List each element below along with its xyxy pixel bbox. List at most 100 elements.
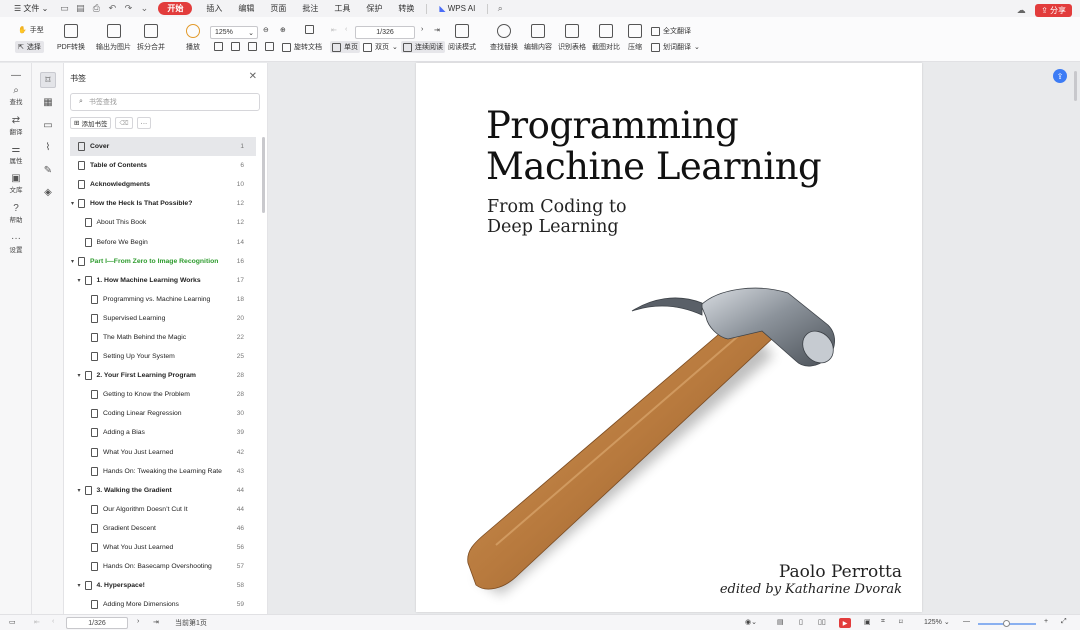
play-button[interactable]: 播放: [186, 24, 200, 52]
prev-page-button[interactable]: ‹: [345, 26, 347, 33]
close-icon[interactable]: ✕: [249, 71, 257, 82]
bookmark-item[interactable]: Adding a Bias 39: [70, 423, 256, 442]
expand-icon[interactable]: ⤢: [1061, 618, 1067, 626]
edit-content-button[interactable]: 编辑内容: [524, 24, 552, 52]
compress-button[interactable]: 压缩: [628, 24, 642, 52]
rotate-button[interactable]: 旋转文档: [282, 42, 322, 52]
bookmark-item[interactable]: ▾ 1. How Machine Learning Works 17: [70, 271, 256, 290]
chevron-right-icon[interactable]: ›: [137, 618, 139, 625]
tab-tools[interactable]: 工具: [326, 0, 358, 17]
search-icon[interactable]: ⌕: [492, 0, 508, 17]
delete-bookmark-button[interactable]: ⌫: [115, 117, 133, 129]
word-translate-button[interactable]: 划词翻译 ⌄: [651, 42, 700, 52]
expand-toggle-icon[interactable]: ▾: [78, 487, 81, 494]
bookmark-icon[interactable]: ⌑: [899, 618, 903, 626]
chevron-left-icon[interactable]: ‹: [52, 618, 54, 625]
rail-find[interactable]: ⌕ 查找: [0, 85, 32, 106]
expand-toggle-icon[interactable]: ▾: [71, 200, 74, 207]
rail-translate[interactable]: ⇄ 翻译: [0, 115, 32, 136]
status-page-input[interactable]: 1/326: [66, 617, 128, 629]
tab-start[interactable]: 开始: [158, 2, 193, 15]
reading-mode-button[interactable]: 阅读模式: [448, 24, 476, 52]
tab-page[interactable]: 页面: [262, 0, 294, 17]
comment-tab[interactable]: ▭: [40, 117, 56, 133]
select-tool-button[interactable]: ⇱ 选择: [15, 41, 44, 53]
bookmark-item[interactable]: Hands On: Basecamp Overshooting 57: [70, 557, 256, 576]
bookmark-item[interactable]: Getting to Know the Problem 28: [70, 385, 256, 404]
file-menu[interactable]: ☰ 文件 ⌄: [6, 0, 56, 17]
play-button[interactable]: ▶: [839, 618, 851, 628]
expand-toggle-icon[interactable]: ▾: [78, 582, 81, 589]
view-tool-1[interactable]: [214, 42, 223, 51]
rail-help[interactable]: ? 帮助: [0, 203, 32, 224]
bookmark-item[interactable]: ▾ 3. Walking the Gradient 44: [70, 481, 256, 500]
bookmark-item[interactable]: Supervised Learning 20: [70, 309, 256, 328]
bookmark-item[interactable]: Our Algorithm Doesn’t Cut It 44: [70, 500, 256, 519]
bookmark-item[interactable]: Hands On: Tweaking the Learning Rate 43: [70, 462, 256, 481]
bookmark-item[interactable]: What You Just Learned 56: [70, 538, 256, 557]
tab-annotate[interactable]: 批注: [294, 0, 326, 17]
thumbnail-tab[interactable]: ▦: [40, 94, 56, 110]
screenshot-compare-button[interactable]: 截图对比: [592, 24, 620, 52]
continuous-read-button[interactable]: 连续阅读: [401, 41, 445, 53]
zoom-in-icon[interactable]: +: [1044, 618, 1048, 625]
find-replace-button[interactable]: 查找替换: [490, 24, 518, 52]
expand-toggle-icon[interactable]: ▾: [78, 277, 81, 284]
bookmark-item[interactable]: ▾ Part I—From Zero to Image Recognition 16: [70, 252, 256, 271]
full-translate-button[interactable]: 全文翻译: [651, 26, 691, 36]
undo-icon[interactable]: ↶: [104, 0, 120, 17]
bookmark-item[interactable]: ▾ How the Heck Is That Possible? 12: [70, 194, 256, 213]
bookmark-search-input[interactable]: ⌕ 书签查找: [70, 93, 260, 111]
translate-float-icon[interactable]: ⇪: [1053, 69, 1067, 83]
pdf-convert-button[interactable]: PDF转换: [57, 24, 85, 52]
bookmark-item[interactable]: About This Book 12: [70, 213, 256, 232]
bookmark-item[interactable]: ▾ 4. Hyperspace! 58: [70, 576, 256, 595]
rail-library[interactable]: ▣ 文库: [0, 173, 32, 194]
zoom-slider-handle[interactable]: [1003, 620, 1010, 627]
status-zoom[interactable]: 125% ⌄: [924, 618, 950, 627]
single-view-icon[interactable]: ▯: [799, 618, 803, 626]
add-bookmark-button[interactable]: ⊞ 添加书签: [70, 117, 112, 129]
page-number-input[interactable]: 1/326: [355, 26, 415, 39]
rail-settings[interactable]: ··· 设置: [0, 233, 32, 254]
wps-ai-button[interactable]: ◣ WPS AI: [431, 0, 483, 17]
rail-properties[interactable]: ⚌ 属性: [0, 144, 32, 165]
next-page-button[interactable]: ›: [421, 26, 423, 33]
redo-icon[interactable]: ↷: [120, 0, 136, 17]
bookmark-item[interactable]: Coding Linear Regression 30: [70, 404, 256, 423]
fit-page-button[interactable]: [305, 25, 314, 34]
share-button[interactable]: ⇪ 分享: [1035, 4, 1072, 17]
fullscreen-icon[interactable]: ⌗: [881, 618, 885, 626]
zoom-out-button[interactable]: ⊖: [263, 26, 269, 34]
hand-tool-button[interactable]: ✋ 手型: [18, 25, 44, 35]
chevron-down-icon[interactable]: ⌄: [136, 0, 152, 17]
collapse-button[interactable]: —: [0, 70, 32, 81]
split-merge-button[interactable]: 拆分合并: [137, 24, 165, 52]
zoom-in-button[interactable]: ⊕: [280, 26, 286, 34]
bookmark-item[interactable]: Before We Begin 14: [70, 232, 256, 251]
save-icon[interactable]: ▤: [72, 0, 88, 17]
zoom-select[interactable]: 125% ⌄: [210, 26, 258, 39]
view-tool-4[interactable]: [265, 42, 274, 51]
more-options-button[interactable]: ···: [136, 117, 152, 129]
bookmark-item[interactable]: Gradient Descent 46: [70, 519, 256, 538]
view-tool-3[interactable]: [248, 42, 257, 51]
tab-protect[interactable]: 保护: [358, 0, 390, 17]
expand-toggle-icon[interactable]: ▾: [78, 372, 81, 379]
single-page-button[interactable]: 单页: [330, 41, 360, 53]
double-page-button[interactable]: 双页 ⌄: [363, 42, 398, 52]
bookmark-item[interactable]: The Math Behind the Magic 22: [70, 328, 256, 347]
attachment-tab[interactable]: ⌇: [40, 139, 56, 155]
last-page-icon[interactable]: ⇥: [153, 618, 159, 626]
bookmark-item[interactable]: ▾ 2. Your First Learning Program 28: [70, 366, 256, 385]
first-page-icon[interactable]: ⇤: [34, 618, 40, 626]
sidebar-toggle-icon[interactable]: ▭: [9, 618, 16, 626]
bookmark-item[interactable]: What You Just Learned 42: [70, 443, 256, 462]
expand-toggle-icon[interactable]: ▾: [71, 258, 74, 265]
tab-insert[interactable]: 插入: [198, 0, 230, 17]
last-page-button[interactable]: ⇥: [434, 26, 440, 34]
signature-tab[interactable]: ✎: [40, 162, 56, 178]
bookmark-tab[interactable]: ⌑: [40, 72, 56, 88]
print-icon[interactable]: ⎙: [88, 0, 104, 17]
bookmark-item[interactable]: Table of Contents 6: [70, 156, 256, 175]
